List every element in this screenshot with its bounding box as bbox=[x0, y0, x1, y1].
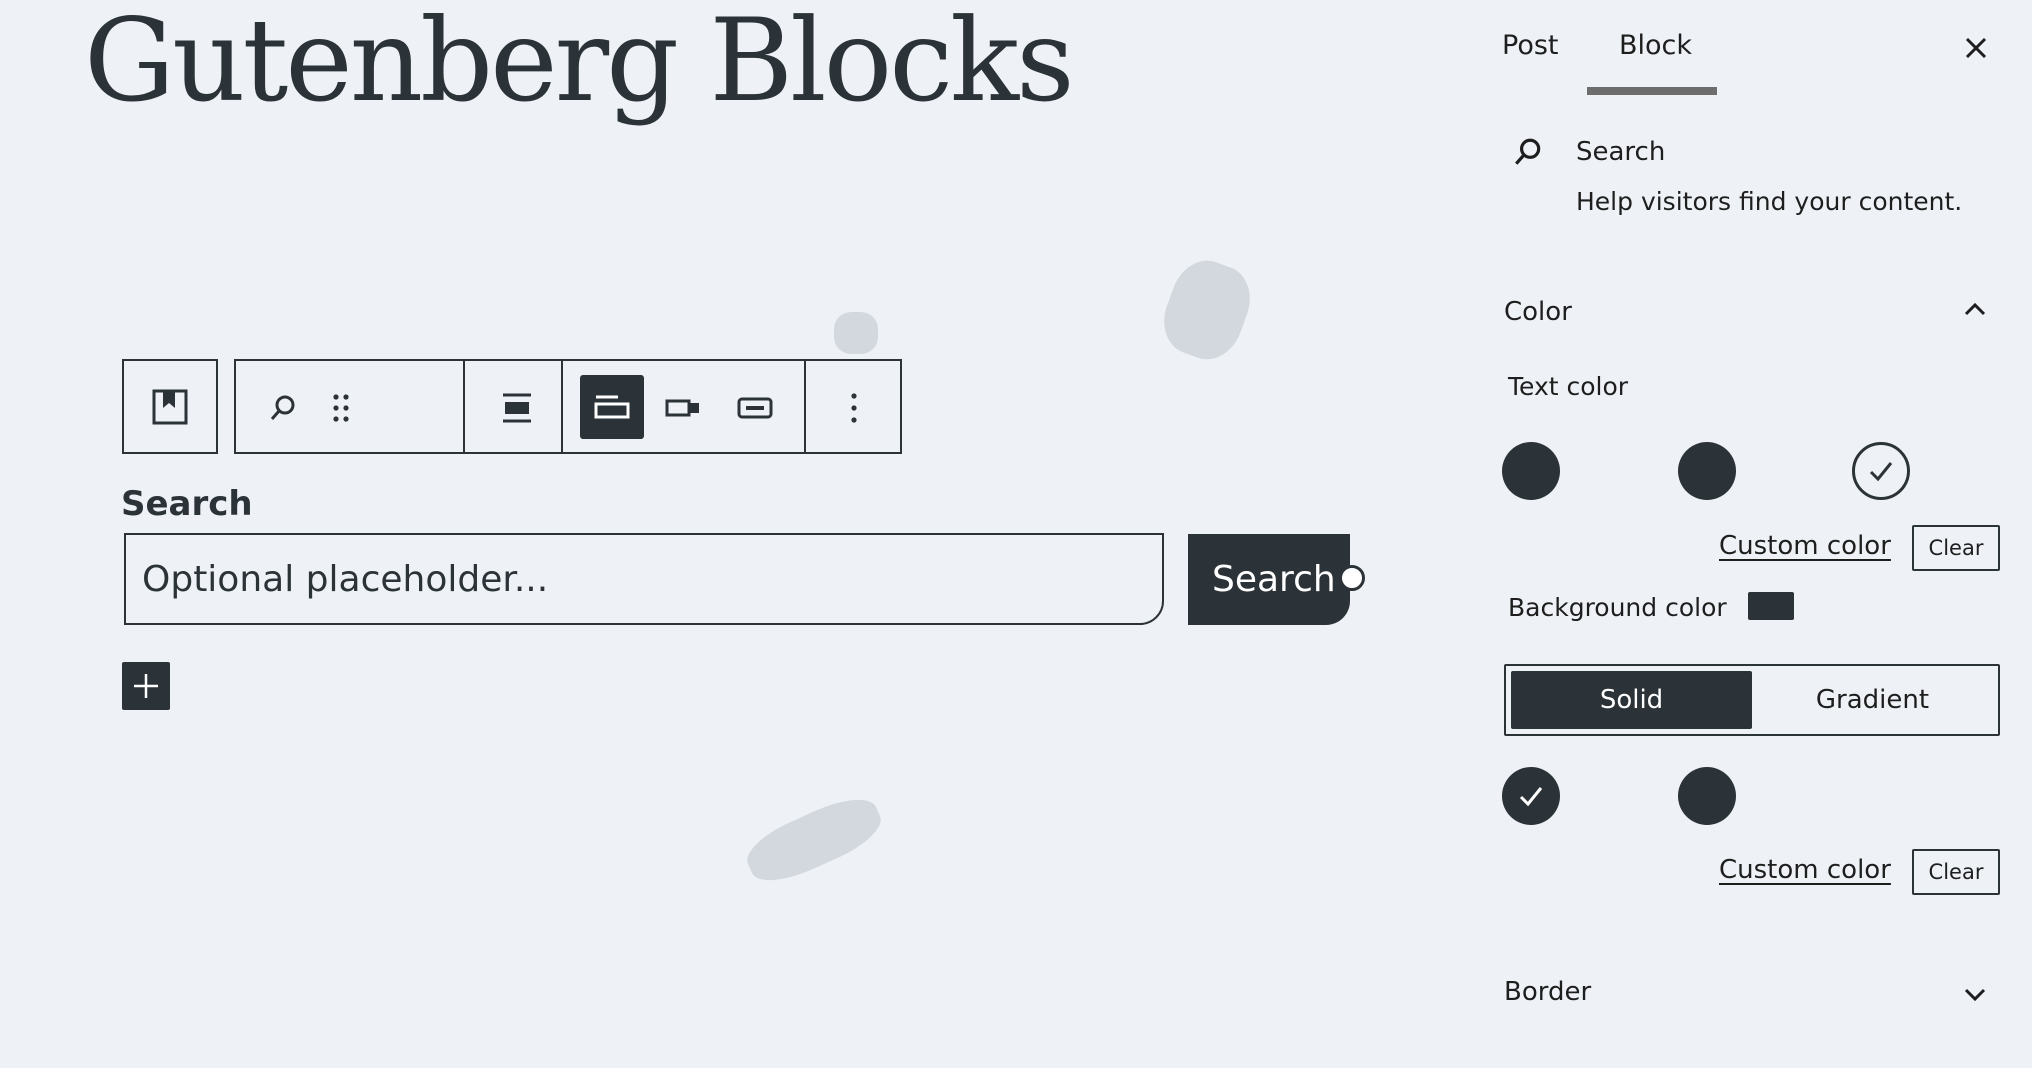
text-color-swatch[interactable] bbox=[1678, 442, 1736, 500]
text-color-label: Text color bbox=[1508, 372, 1629, 401]
search-icon bbox=[270, 395, 295, 420]
button-position-inside-icon bbox=[665, 399, 699, 417]
block-switcher-button[interactable] bbox=[124, 361, 216, 452]
background-custom-color-link[interactable]: Custom color bbox=[1719, 855, 1891, 885]
decorative-speck bbox=[1153, 251, 1261, 369]
button-position-outside-button[interactable] bbox=[580, 375, 644, 439]
background-color-clear-button[interactable]: Clear bbox=[1912, 849, 2000, 895]
block-type-switcher bbox=[122, 359, 218, 454]
justify-icon bbox=[503, 393, 531, 423]
drag-handle-icon bbox=[333, 394, 349, 422]
bookmark-icon bbox=[152, 389, 188, 424]
chevron-up-icon bbox=[1964, 302, 1986, 316]
toolbar-separator bbox=[463, 361, 465, 452]
toolbar-separator bbox=[561, 361, 563, 452]
border-panel-toggle[interactable] bbox=[1960, 980, 1990, 1010]
color-panel-toggle[interactable] bbox=[1960, 294, 1990, 324]
button-position-outside-icon bbox=[594, 395, 630, 419]
tab-block[interactable]: Block bbox=[1619, 30, 1692, 61]
plus-icon bbox=[134, 674, 158, 698]
drag-handle[interactable] bbox=[316, 379, 366, 437]
active-tab-indicator bbox=[1587, 87, 1717, 95]
text-color-swatch-selected[interactable] bbox=[1852, 442, 1910, 500]
gradient-tab[interactable]: Gradient bbox=[1752, 671, 1993, 729]
border-panel-title[interactable]: Border bbox=[1504, 977, 1591, 1007]
block-inserter-button[interactable] bbox=[122, 662, 170, 710]
block-card-title: Search bbox=[1576, 137, 1666, 167]
block-icon-button[interactable] bbox=[254, 379, 312, 437]
search-input[interactable]: Optional placeholder... bbox=[124, 533, 1164, 625]
toolbar-separator bbox=[804, 361, 806, 452]
block-card-description: Help visitors find your content. bbox=[1576, 187, 1963, 216]
search-block-label[interactable]: Search bbox=[121, 484, 253, 524]
background-type-toggle: Solid Gradient bbox=[1504, 664, 2000, 736]
check-icon bbox=[1519, 787, 1543, 807]
background-color-label: Background color bbox=[1508, 593, 1727, 622]
block-toolbar bbox=[234, 359, 902, 454]
check-icon bbox=[1869, 462, 1893, 482]
background-color-swatch[interactable] bbox=[1678, 767, 1736, 825]
close-icon bbox=[1965, 37, 1987, 59]
more-options-button[interactable] bbox=[826, 379, 882, 437]
close-sidebar-button[interactable] bbox=[1958, 30, 1994, 66]
button-inside-input-button[interactable] bbox=[726, 379, 784, 437]
tab-post[interactable]: Post bbox=[1502, 30, 1559, 61]
post-title[interactable]: Gutenberg Blocks bbox=[84, 0, 1075, 127]
decorative-speck bbox=[739, 787, 889, 893]
text-color-swatch[interactable] bbox=[1502, 442, 1560, 500]
background-color-swatch-selected[interactable] bbox=[1502, 767, 1560, 825]
block-card-icon bbox=[1512, 136, 1544, 168]
search-icon bbox=[1515, 138, 1541, 165]
text-color-clear-button[interactable]: Clear bbox=[1912, 525, 2000, 571]
justify-button[interactable] bbox=[488, 379, 546, 437]
resize-handle[interactable] bbox=[1339, 565, 1365, 591]
text-custom-color-link[interactable]: Custom color bbox=[1719, 531, 1891, 561]
more-options-icon bbox=[851, 393, 857, 423]
button-position-inside-button[interactable] bbox=[654, 379, 712, 437]
solid-tab[interactable]: Solid bbox=[1511, 671, 1752, 729]
background-color-indicator bbox=[1748, 592, 1794, 620]
color-panel-title[interactable]: Color bbox=[1504, 297, 1572, 327]
decorative-speck bbox=[834, 312, 878, 354]
search-button[interactable]: Search bbox=[1188, 534, 1350, 625]
button-inside-input-icon bbox=[737, 397, 773, 419]
chevron-down-icon bbox=[1964, 988, 1986, 1002]
